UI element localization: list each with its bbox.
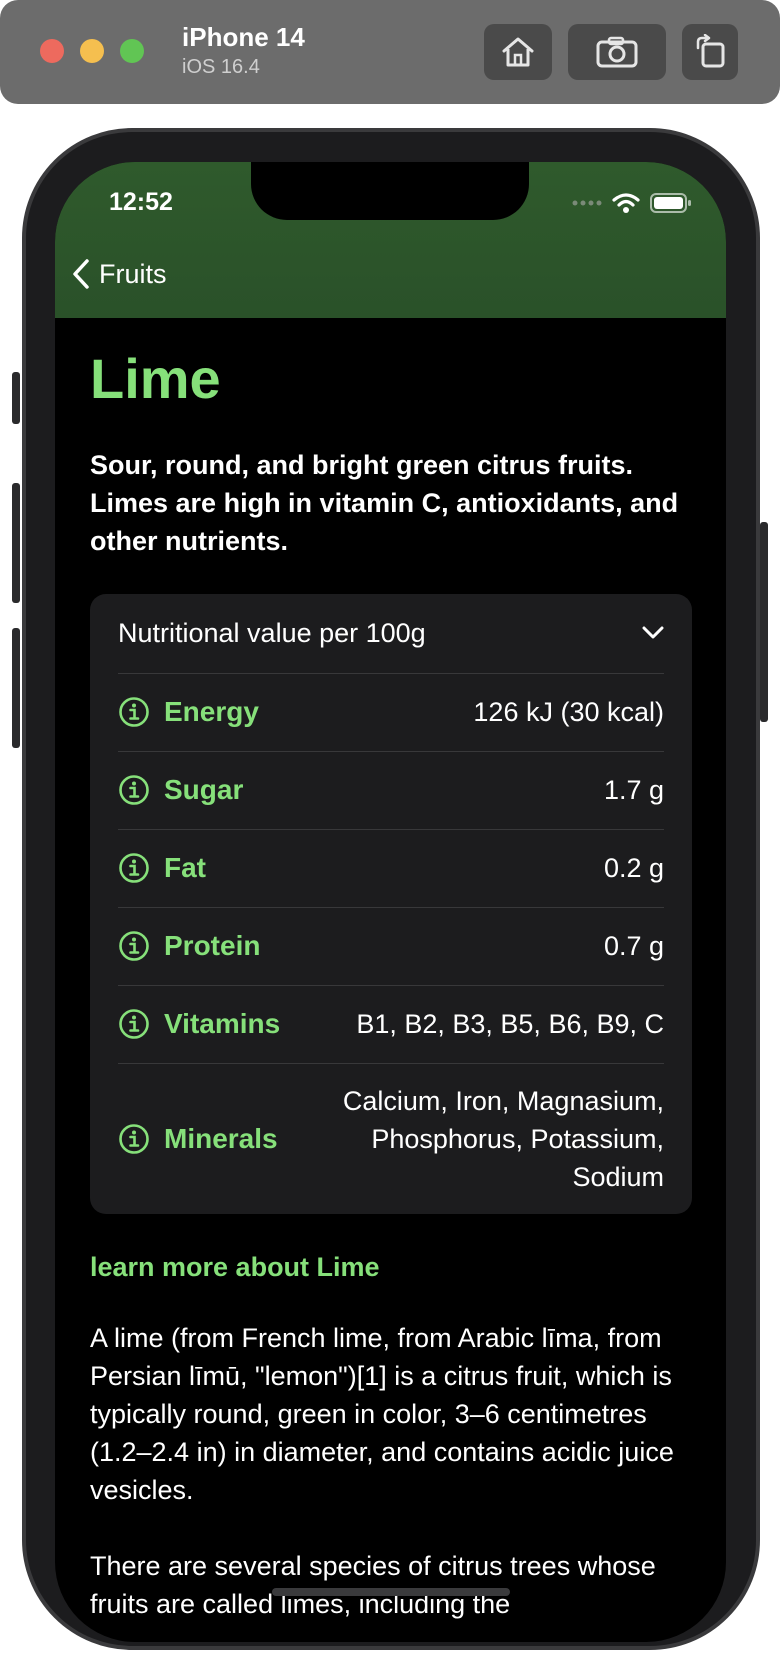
nutrition-card: Nutritional value per 100g Energy 126 kJ… bbox=[90, 593, 692, 1214]
simulator-device-name: iPhone 14 bbox=[182, 22, 305, 52]
screenshot-icon bbox=[596, 36, 638, 68]
nutrition-row-vitamins[interactable]: Vitamins B1, B2, B3, B5, B6, B9, C bbox=[118, 986, 664, 1064]
home-button[interactable] bbox=[484, 24, 552, 80]
dynamic-notch bbox=[251, 162, 529, 220]
detail-content: Lime Sour, round, and bright green citru… bbox=[90, 318, 692, 1623]
status-icons bbox=[572, 192, 692, 214]
simulator-toolbar: iPhone 14 iOS 16.4 bbox=[0, 0, 780, 104]
info-icon bbox=[119, 931, 149, 961]
rotate-button[interactable] bbox=[682, 24, 738, 80]
back-button-label: Fruits bbox=[99, 258, 167, 289]
device-power-button bbox=[760, 522, 768, 722]
chevron-left-icon bbox=[73, 259, 89, 289]
nutrition-value-energy: 126 kJ (30 kcal) bbox=[473, 697, 664, 728]
info-icon bbox=[119, 853, 149, 883]
nutrition-label-energy: Energy bbox=[164, 696, 259, 728]
nutrition-value-fat: 0.2 g bbox=[603, 853, 664, 884]
nutrition-label-fat: Fat bbox=[164, 852, 206, 884]
wifi-icon bbox=[612, 193, 640, 213]
nutrition-disclosure-header[interactable]: Nutritional value per 100g bbox=[118, 594, 664, 674]
nutrition-label-vitamins: Vitamins bbox=[164, 1008, 281, 1040]
nutrition-header-label: Nutritional value per 100g bbox=[118, 617, 426, 648]
back-button[interactable]: Fruits bbox=[71, 258, 167, 290]
nutrition-row-sugar[interactable]: Sugar 1.7 g bbox=[118, 752, 664, 830]
info-icon bbox=[119, 1123, 149, 1154]
home-indicator[interactable] bbox=[272, 1588, 510, 1596]
nutrition-row-energy[interactable]: Energy 126 kJ (30 kcal) bbox=[118, 674, 664, 752]
nutrition-value-sugar: 1.7 g bbox=[603, 775, 664, 806]
device-mute-switch bbox=[12, 372, 20, 424]
description-paragraph: There are several species of citrus tree… bbox=[90, 1550, 656, 1619]
zoom-window-button[interactable] bbox=[120, 39, 144, 63]
minimize-window-button[interactable] bbox=[80, 39, 104, 63]
device-screen: 12:52 Fruits Lime Sour, round, and brigh… bbox=[55, 162, 726, 1642]
nutrition-label-protein: Protein bbox=[164, 930, 261, 962]
description-paragraph: A lime (from French lime, from Arabic lī… bbox=[90, 1322, 674, 1505]
info-icon bbox=[119, 697, 149, 727]
home-icon bbox=[502, 37, 534, 67]
nutrition-value-minerals: Calcium, Iron, Magnasium, Phosphorus, Po… bbox=[342, 1085, 664, 1192]
info-icon bbox=[119, 775, 149, 805]
nutrition-value-protein: 0.7 g bbox=[603, 931, 664, 962]
chevron-down-icon bbox=[642, 626, 664, 639]
nutrition-label-sugar: Sugar bbox=[164, 774, 244, 806]
signal-icon bbox=[572, 200, 602, 206]
close-window-button[interactable] bbox=[40, 39, 64, 63]
fruit-summary: Sour, round, and bright green citrus fru… bbox=[90, 449, 679, 556]
nutrition-row-minerals[interactable]: Minerals Calcium, Iron, Magnasium, Phosp… bbox=[118, 1064, 664, 1214]
device-volume-up bbox=[12, 483, 20, 603]
rotate-icon bbox=[696, 34, 725, 68]
learn-more-link[interactable]: learn more about Lime bbox=[90, 1252, 692, 1283]
nutrition-row-protein[interactable]: Protein 0.7 g bbox=[118, 908, 664, 986]
nutrition-label-minerals: Minerals bbox=[164, 1122, 278, 1154]
fruit-title: Lime bbox=[90, 347, 221, 410]
battery-icon bbox=[650, 193, 691, 213]
nutrition-row-fat[interactable]: Fat 0.2 g bbox=[118, 830, 664, 908]
nutrition-value-vitamins: B1, B2, B3, B5, B6, B9, C bbox=[356, 1009, 664, 1040]
info-icon bbox=[119, 1009, 149, 1039]
simulator-os-version: iOS 16.4 bbox=[182, 56, 260, 78]
device-volume-down bbox=[12, 628, 20, 748]
navigation-header: 12:52 Fruits bbox=[55, 162, 726, 318]
screenshot-button[interactable] bbox=[568, 24, 666, 80]
status-time: 12:52 bbox=[109, 188, 173, 216]
